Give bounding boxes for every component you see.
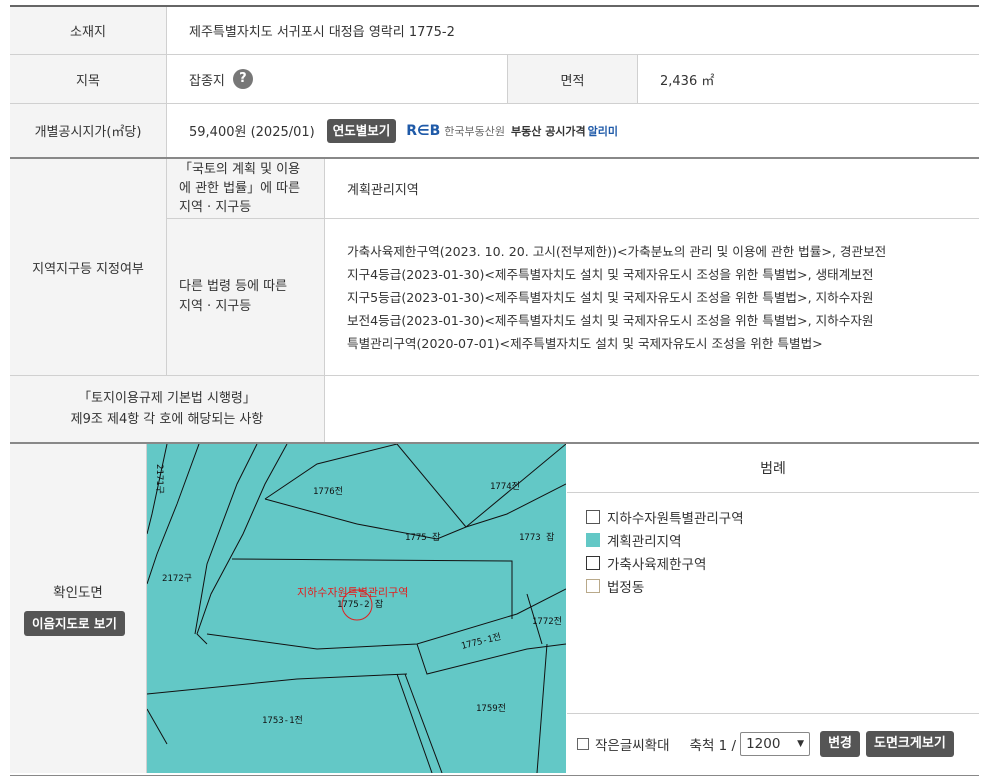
map-svg: 1776전 1774전 1775 잡 1773 잡 2172구 1775-2 잡… — [147, 444, 566, 773]
cadastral-map[interactable]: 1776전 1774전 1775 잡 1773 잡 2172구 1775-2 잡… — [147, 444, 566, 773]
regulation-row: 「토지이용규제 기본법 시행령」 제9조 제4항 각 호에 해당되는 사항 — [10, 376, 979, 444]
zone-sub2-line: 특별관리구역(2020-07-01)<제주특별자치도 설치 및 국제자유도시 조… — [347, 335, 823, 351]
zone-sub2-line: 보전4등급(2023-01-30)<제주특별자치도 설치 및 국제자유도시 조성… — [347, 312, 874, 328]
legend-swatch-icon — [586, 578, 600, 593]
zone-sub1-value: 계획관리지역 — [325, 159, 979, 219]
location-label: 소재지 — [10, 7, 167, 54]
reb-service: 부동산 공시가격 — [511, 124, 586, 138]
zone-label: 지역지구등 지정여부 — [10, 159, 167, 375]
area-value: 2,436 ㎡ — [638, 55, 979, 103]
legend-item: 계획관리지역 — [586, 528, 744, 551]
change-scale-button[interactable]: 변경 — [820, 731, 861, 757]
zone-sub2-label: 다른 법령 등에 따른 지역 · 지구등 — [167, 219, 325, 375]
legend-swatch-icon — [586, 555, 600, 570]
zone-sub2-line: 가축사육제한구역(2023. 10. 20. 고시(전부제한))<가축분뇨의 관… — [347, 243, 887, 259]
location-row: 소재지 제주특별자치도 서귀포시 대정읍 영락리 1775-2 — [10, 7, 979, 55]
parcel-label: 2172구 — [162, 573, 192, 584]
zone-sub1-label-line: 에 관한 법률」에 따른 — [179, 181, 301, 196]
legend-item: 지하수자원특별관리구역 — [586, 505, 744, 528]
category-label: 지목 — [10, 55, 167, 103]
regulation-label: 「토지이용규제 기본법 시행령」 제9조 제4항 각 호에 해당되는 사항 — [10, 376, 325, 442]
reb-org: 한국부동산원 — [444, 124, 505, 138]
zone-sub2-label-line: 다른 법령 등에 따른 — [179, 279, 288, 294]
parcel-label: 1753-1전 — [262, 715, 303, 726]
reb-link[interactable]: R∈B 한국부동산원 부동산 공시가격 알리미 — [406, 123, 618, 139]
scale-value: 1200 — [746, 736, 781, 752]
big-map-button[interactable]: 도면크게보기 — [866, 731, 954, 757]
parcel-label: 1775-2 잡 — [337, 598, 383, 610]
zone-sub2-label-line: 지역 · 지구등 — [179, 299, 252, 314]
reb-logo-icon: R∈B — [406, 122, 441, 139]
scale-select[interactable]: 1200 ▼ — [740, 732, 811, 756]
zone-sub2-value: 가축사육제한구역(2023. 10. 20. 고시(전부제한))<가축분뇨의 관… — [325, 219, 979, 375]
zone-sub1-label-line: 「국토의 계획 및 이용 — [179, 162, 301, 177]
area-label: 면적 — [508, 55, 638, 103]
regulation-label-line: 제9조 제4항 각 호에 해당되는 사항 — [70, 412, 264, 427]
legend-item-label: 지하수자원특별관리구역 — [607, 510, 744, 527]
zone-sub2-line: 지구4등급(2023-01-30)<제주특별자치도 설치 및 국제자유도시 조성… — [347, 266, 874, 282]
legend-title: 범례 — [567, 444, 979, 493]
category-value: 잡종지 — [189, 73, 225, 89]
price-cell: 59,400원 (2025/01) 연도별보기 R∈B 한국부동산원 부동산 공… — [167, 104, 979, 157]
legend-item-label: 계획관리지역 — [607, 533, 682, 550]
eum-map-button[interactable]: 이음지도로 보기 — [24, 611, 125, 636]
yearly-view-button[interactable]: 연도별보기 — [326, 118, 397, 143]
price-label: 개별공시지가(㎡당) — [10, 104, 167, 157]
land-row: 지목 잡종지 ? 면적 2,436 ㎡ — [10, 55, 979, 104]
map-controls: 작은글씨확대 축척 1 / 1200 ▼ 변경 도면크게보기 — [567, 713, 979, 774]
parcel-label: 1759전 — [476, 703, 506, 714]
help-icon[interactable]: ? — [232, 69, 253, 89]
parcel-label: 1774전 — [490, 481, 520, 492]
chevron-down-icon: ▼ — [797, 739, 805, 749]
zone-sub1-label: 「국토의 계획 및 이용 에 관한 법률」에 따른 지역 · 지구등 — [167, 159, 325, 219]
legend-item: 법정동 — [586, 574, 744, 597]
parcel-label: 1772전 — [532, 616, 562, 627]
map-label: 확인도면 — [53, 585, 103, 601]
legend-item-label: 법정동 — [607, 579, 645, 596]
enlarge-text-checkbox[interactable] — [577, 738, 589, 750]
price-row: 개별공시지가(㎡당) 59,400원 (2025/01) 연도별보기 R∈B 한… — [10, 104, 979, 159]
zone-sub1-label-line: 지역 · 지구등 — [179, 200, 252, 215]
parcel-label: 1775 잡 — [405, 531, 440, 543]
legend-list: 지하수자원특별관리구역 계획관리지역 가축사육제한구역 법정동 — [586, 505, 744, 597]
regulation-value — [325, 376, 979, 442]
reb-service2: 알리미 — [587, 124, 619, 138]
legend-item: 가축사육제한구역 — [586, 551, 744, 574]
parcel-label: 1776전 — [313, 486, 343, 497]
regulation-label-line: 「토지이용규제 기본법 시행령」 — [78, 391, 256, 406]
location-value: 제주특별자치도 서귀포시 대정읍 영락리 1775-2 — [167, 7, 979, 54]
scale-label: 축척 1 / — [689, 738, 737, 754]
zone-row: 지역지구등 지정여부 「국토의 계획 및 이용 에 관한 법률」에 따른 지역 … — [10, 159, 979, 376]
legend-item-label: 가축사육제한구역 — [607, 556, 707, 573]
parcel-label: 1773 잡 — [519, 531, 554, 543]
legend-swatch-icon — [586, 509, 600, 524]
legend-swatch-icon — [586, 532, 600, 547]
map-label-cell: 확인도면 이음지도로 보기 — [10, 444, 147, 773]
parcel-label: 2171구 — [154, 464, 165, 494]
price-value: 59,400원 (2025/01) — [189, 125, 315, 140]
map-overlay-label: 지하수자원특별관리구역 — [297, 585, 408, 599]
zone-sub2-line: 지구5등급(2023-01-30)<제주특별자치도 설치 및 국제자유도시 조성… — [347, 289, 874, 305]
enlarge-text-label[interactable]: 작은글씨확대 — [595, 734, 670, 754]
category-cell: 잡종지 ? — [167, 55, 508, 103]
